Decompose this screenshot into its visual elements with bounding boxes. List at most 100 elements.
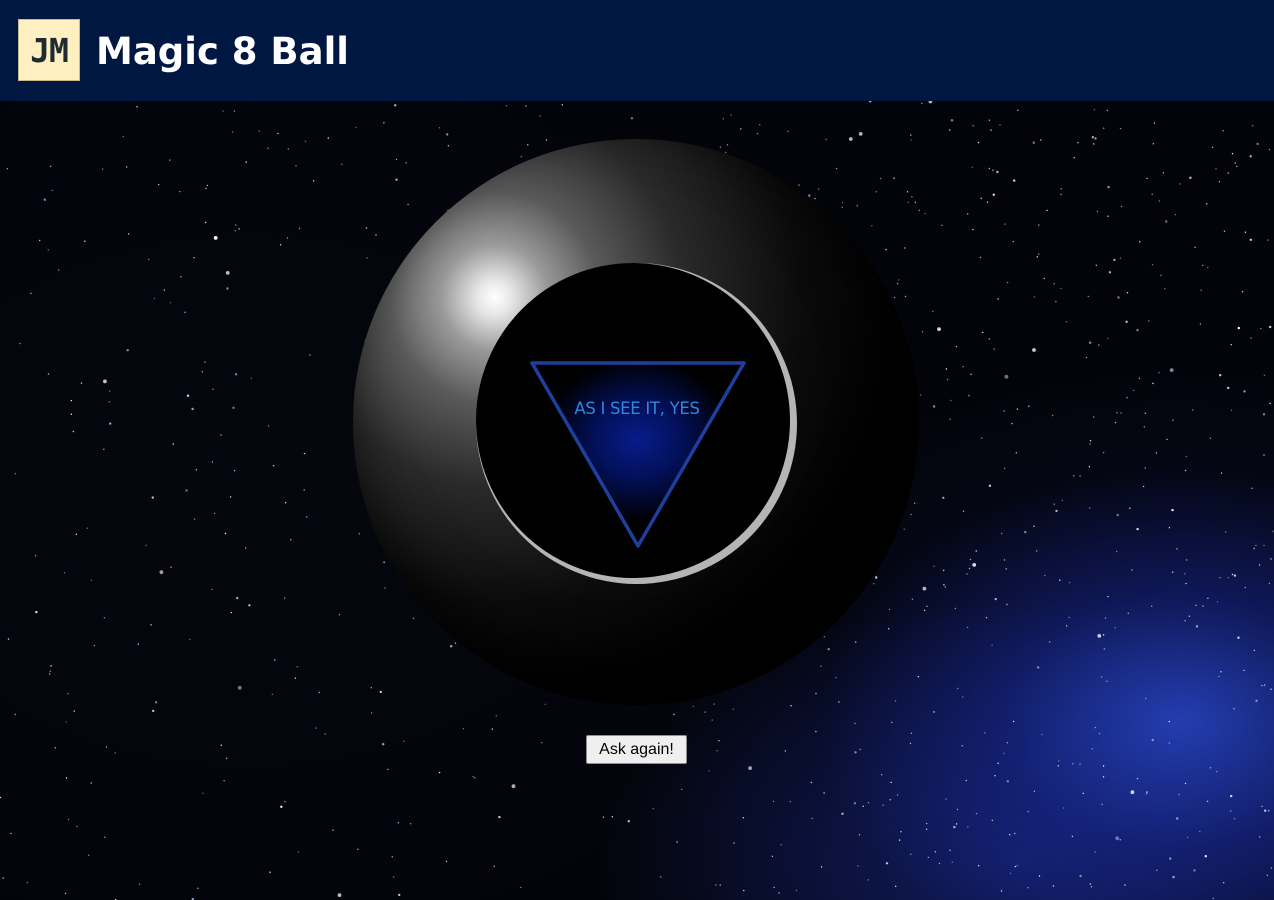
star	[109, 422, 112, 425]
star	[994, 597, 997, 601]
star	[1145, 793, 1148, 795]
star	[1151, 264, 1154, 266]
star	[185, 489, 188, 492]
star	[136, 106, 138, 108]
star	[1244, 586, 1246, 589]
star	[544, 703, 546, 705]
star	[294, 677, 297, 679]
star	[970, 373, 972, 375]
ask-again-button[interactable]: Ask again!	[586, 735, 687, 764]
star	[835, 677, 837, 679]
star	[1114, 421, 1117, 424]
star	[950, 399, 952, 402]
star	[49, 670, 51, 672]
star	[1059, 579, 1061, 581]
star	[945, 798, 947, 800]
star	[904, 295, 907, 298]
star	[105, 746, 108, 748]
star	[248, 604, 251, 607]
star	[1126, 397, 1128, 399]
star	[1164, 288, 1166, 290]
star	[991, 644, 993, 646]
star	[772, 800, 775, 803]
star	[286, 237, 289, 239]
star	[1172, 875, 1175, 879]
star	[298, 227, 301, 230]
star	[885, 862, 889, 865]
star	[988, 167, 990, 170]
star	[214, 512, 216, 515]
star	[1032, 141, 1036, 144]
star	[968, 395, 970, 397]
star	[1216, 601, 1219, 603]
star	[1223, 230, 1226, 232]
star	[756, 133, 759, 135]
star	[1199, 323, 1202, 325]
star	[1268, 810, 1270, 812]
star	[1100, 676, 1103, 678]
star	[1023, 530, 1027, 534]
star	[73, 710, 75, 712]
star	[732, 708, 734, 710]
star	[324, 733, 326, 735]
jm-logo[interactable]: JM	[18, 19, 80, 81]
star	[1209, 437, 1212, 439]
star	[1207, 597, 1209, 599]
star	[30, 292, 32, 295]
star	[220, 744, 222, 746]
star	[893, 177, 895, 179]
star	[1207, 266, 1209, 269]
star	[395, 178, 398, 181]
star	[403, 740, 405, 742]
star	[1227, 386, 1230, 390]
star	[258, 130, 260, 132]
star	[1200, 289, 1202, 291]
star	[1156, 869, 1158, 871]
star	[997, 298, 999, 300]
star	[985, 617, 988, 619]
star	[1152, 143, 1155, 145]
star	[1107, 215, 1109, 217]
star	[1004, 223, 1006, 225]
star	[922, 586, 927, 591]
star	[972, 563, 977, 567]
star	[1106, 109, 1109, 112]
star	[1184, 620, 1186, 622]
star	[986, 201, 989, 203]
star	[711, 719, 713, 721]
star	[279, 244, 282, 246]
star	[304, 140, 307, 142]
star	[993, 348, 995, 350]
star	[1107, 185, 1110, 189]
answer-triangle	[530, 361, 746, 548]
star	[1016, 864, 1018, 867]
star	[145, 544, 147, 547]
star	[975, 550, 977, 552]
star	[743, 889, 745, 892]
star	[296, 666, 298, 668]
star	[290, 539, 292, 541]
star	[949, 849, 951, 851]
star	[789, 800, 791, 803]
star	[1116, 513, 1119, 517]
star	[869, 101, 872, 103]
star	[306, 516, 308, 518]
star	[827, 648, 830, 651]
star	[332, 829, 334, 831]
star	[474, 777, 476, 779]
star	[561, 104, 563, 106]
star	[394, 104, 397, 107]
star	[835, 167, 838, 170]
star	[1065, 625, 1068, 627]
star	[875, 191, 878, 193]
star	[984, 732, 986, 734]
star	[926, 605, 928, 607]
star	[169, 159, 171, 161]
star	[1256, 142, 1259, 146]
star	[938, 862, 941, 865]
star	[1220, 472, 1223, 474]
star	[1072, 763, 1074, 765]
star	[715, 884, 717, 886]
star	[1261, 684, 1263, 687]
star	[996, 170, 999, 174]
